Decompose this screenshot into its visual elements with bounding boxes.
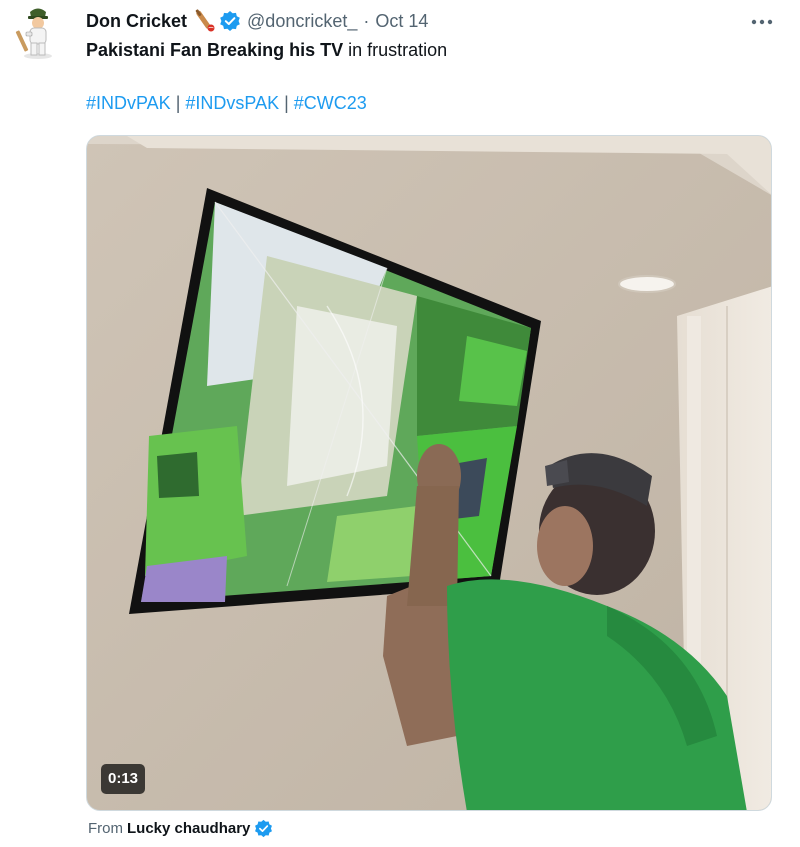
tweet-text-bold: Pakistani Fan Breaking his TV bbox=[86, 40, 344, 60]
author-handle[interactable]: @doncricket_ bbox=[247, 11, 357, 32]
more-options-button[interactable] bbox=[748, 10, 776, 34]
cricket-bat-icon bbox=[190, 9, 216, 33]
cricketer-avatar-icon bbox=[15, 8, 52, 59]
hashtag-link[interactable]: #INDvPAK bbox=[86, 93, 171, 113]
video-attribution: From Lucky chaudhary bbox=[88, 816, 273, 840]
hashtag-link[interactable]: #INDvsPAK bbox=[185, 93, 279, 113]
more-options-icon bbox=[751, 19, 773, 25]
tweet-card[interactable]: Don Cricket @doncricket_ · Oct 14 Pakist… bbox=[0, 0, 800, 847]
tweet-date[interactable]: Oct 14 bbox=[375, 11, 428, 32]
author-display-name[interactable]: Don Cricket bbox=[86, 11, 187, 32]
author-avatar[interactable] bbox=[14, 6, 62, 62]
header-separator: · bbox=[363, 10, 370, 31]
hashtag-separator: | bbox=[279, 93, 294, 113]
verified-badge-icon bbox=[219, 10, 241, 32]
verified-badge-icon bbox=[254, 819, 273, 838]
tweet-header: Don Cricket @doncricket_ · Oct 14 bbox=[86, 8, 428, 34]
attribution-source-name[interactable]: Lucky chaudhary bbox=[127, 820, 250, 837]
tweet-text-normal: in frustration bbox=[343, 40, 448, 60]
video-frame bbox=[87, 136, 771, 810]
hashtag-line: #INDvPAK | #INDvsPAK | #CWC23 bbox=[86, 91, 367, 115]
tweet-text: Pakistani Fan Breaking his TV in frustra… bbox=[86, 38, 447, 62]
hashtag-link[interactable]: #CWC23 bbox=[294, 93, 367, 113]
attribution-prefix: From bbox=[88, 819, 123, 837]
video-duration-badge: 0:13 bbox=[101, 764, 146, 794]
hashtag-separator: | bbox=[170, 93, 186, 113]
video-player[interactable]: 0:13 bbox=[86, 135, 772, 811]
